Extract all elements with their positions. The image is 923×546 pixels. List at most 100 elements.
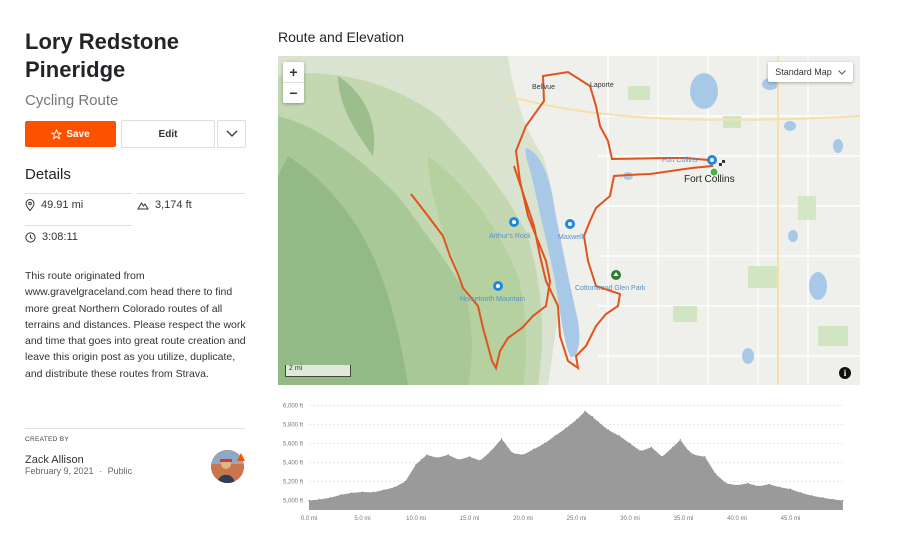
distance-value: 49.91 mi xyxy=(41,199,84,211)
route-type: Cycling Route xyxy=(25,92,119,109)
finish-marker-icon xyxy=(719,160,725,166)
elevation-point xyxy=(768,483,770,485)
distance-stat: 49.91 mi xyxy=(25,199,83,211)
poi-marker[interactable] xyxy=(565,219,575,229)
elevation-point xyxy=(533,448,535,450)
elevation-chart: 5,000 ft 5,200 ft 5,400 ft 5,600 ft 5,800 ft… xyxy=(278,390,860,524)
poi-marker[interactable] xyxy=(493,281,503,291)
route-map[interactable]: Bellvue Laporte Fort Collins Fort Collin… xyxy=(278,56,860,385)
elevation-point xyxy=(329,497,331,499)
map-type-select[interactable]: Standard Map xyxy=(768,62,853,82)
elevation-point xyxy=(747,482,749,484)
y-tick-label: 6,000 ft xyxy=(283,404,303,410)
elevation-point xyxy=(351,492,353,494)
created-by-label: CREATED BY xyxy=(25,436,70,443)
save-button[interactable]: Save xyxy=(25,121,116,147)
elevation-stat: 3,174 ft xyxy=(137,199,192,211)
elevation-point xyxy=(640,450,642,452)
elevation-point xyxy=(361,491,364,493)
elevation-point xyxy=(736,484,738,486)
divider xyxy=(25,225,132,226)
elevation-point xyxy=(436,457,438,459)
elevation-point xyxy=(592,416,594,418)
elevation-point xyxy=(650,446,652,448)
map-scale: 2 mi xyxy=(285,365,351,377)
zoom-in-button[interactable]: + xyxy=(283,62,304,83)
label-horsetooth: Horsetooth Mountain xyxy=(460,296,525,303)
x-tick-label: 45.0 mi xyxy=(781,516,801,522)
poi-marker[interactable] xyxy=(509,217,519,227)
elevation-point xyxy=(319,498,321,501)
y-tick-label: 5,400 ft xyxy=(283,461,303,467)
info-icon[interactable]: i xyxy=(839,367,851,379)
elevation-point xyxy=(394,486,396,488)
elevation-point xyxy=(554,435,556,437)
elevation-point xyxy=(468,456,471,458)
elevation-point xyxy=(415,463,417,465)
location-pin-icon xyxy=(25,199,35,211)
label-fort-collins-poi: Fort Collins xyxy=(662,157,698,164)
elevation-point xyxy=(543,442,545,445)
elevation-point xyxy=(715,473,717,475)
elevation-point xyxy=(522,454,524,456)
elevation-point xyxy=(501,438,503,440)
y-tick-label: 5,800 ft xyxy=(283,423,303,429)
route-title: Lory Redstone Pineridge xyxy=(25,29,180,82)
elevation-point xyxy=(757,485,759,487)
elevation-chart-svg: 5,000 ft 5,200 ft 5,400 ft 5,600 ft 5,800 ft… xyxy=(283,404,844,522)
label-maxwell: Maxwell xyxy=(558,234,584,241)
elevation-point xyxy=(789,488,792,490)
elevation-point xyxy=(458,459,460,461)
route-elevation-heading: Route and Elevation xyxy=(278,29,405,45)
elevation-point xyxy=(490,450,492,452)
premium-badge-icon xyxy=(236,449,246,461)
author-name[interactable]: Zack Allison xyxy=(25,454,84,466)
elevation-point xyxy=(372,491,374,493)
meta-separator: · xyxy=(99,466,103,476)
star-icon xyxy=(51,128,63,140)
elevation-point xyxy=(404,480,406,483)
created-date: February 9, 2021 xyxy=(25,466,94,476)
elevation-point xyxy=(725,482,727,484)
divider xyxy=(25,193,132,194)
elevation-point xyxy=(811,495,813,497)
route-meta: February 9, 2021 · Public xyxy=(25,466,132,476)
elevation-point xyxy=(479,460,481,462)
poi-marker[interactable] xyxy=(707,155,717,165)
x-tick-label: 10.0 mi xyxy=(406,516,426,522)
divider xyxy=(25,428,245,429)
label-fort-collins: Fort Collins xyxy=(684,174,735,185)
x-tick-label: 25.0 mi xyxy=(567,516,587,522)
x-tick-label: 35.0 mi xyxy=(674,516,694,522)
label-laporte: Laporte xyxy=(590,82,614,89)
divider xyxy=(137,193,245,194)
x-tick-label: 20.0 mi xyxy=(513,516,533,522)
visibility: Public xyxy=(107,466,133,476)
elevation-point xyxy=(584,410,586,412)
edit-label: Edit xyxy=(158,128,178,140)
elevation-point xyxy=(688,450,690,452)
elevation-point xyxy=(842,499,844,502)
elevation-point xyxy=(779,486,781,488)
elevation-area xyxy=(309,411,843,510)
map-type-value: Standard Map xyxy=(775,67,832,77)
more-options-button[interactable] xyxy=(217,120,246,148)
elevation-point xyxy=(704,456,706,458)
elevation-point xyxy=(832,498,834,501)
elevation-point xyxy=(822,497,824,499)
x-tick-label: 0.0 mi xyxy=(301,516,317,522)
edit-button[interactable]: Edit xyxy=(121,120,215,148)
clock-icon xyxy=(25,231,36,243)
elevation-point xyxy=(618,435,620,437)
elevation-point xyxy=(340,494,342,496)
label-arthurs-rock: Arthur's Rock xyxy=(489,233,531,240)
elevation-point xyxy=(565,427,567,429)
zoom-out-button[interactable]: − xyxy=(283,83,304,103)
elevation-point xyxy=(672,446,674,448)
y-tick-label: 5,600 ft xyxy=(283,442,303,448)
elevation-point xyxy=(420,459,422,461)
elevation-value: 3,174 ft xyxy=(155,199,192,211)
elevation-point xyxy=(693,454,695,456)
zoom-controls: + − xyxy=(283,62,304,103)
park-marker[interactable] xyxy=(611,270,621,280)
